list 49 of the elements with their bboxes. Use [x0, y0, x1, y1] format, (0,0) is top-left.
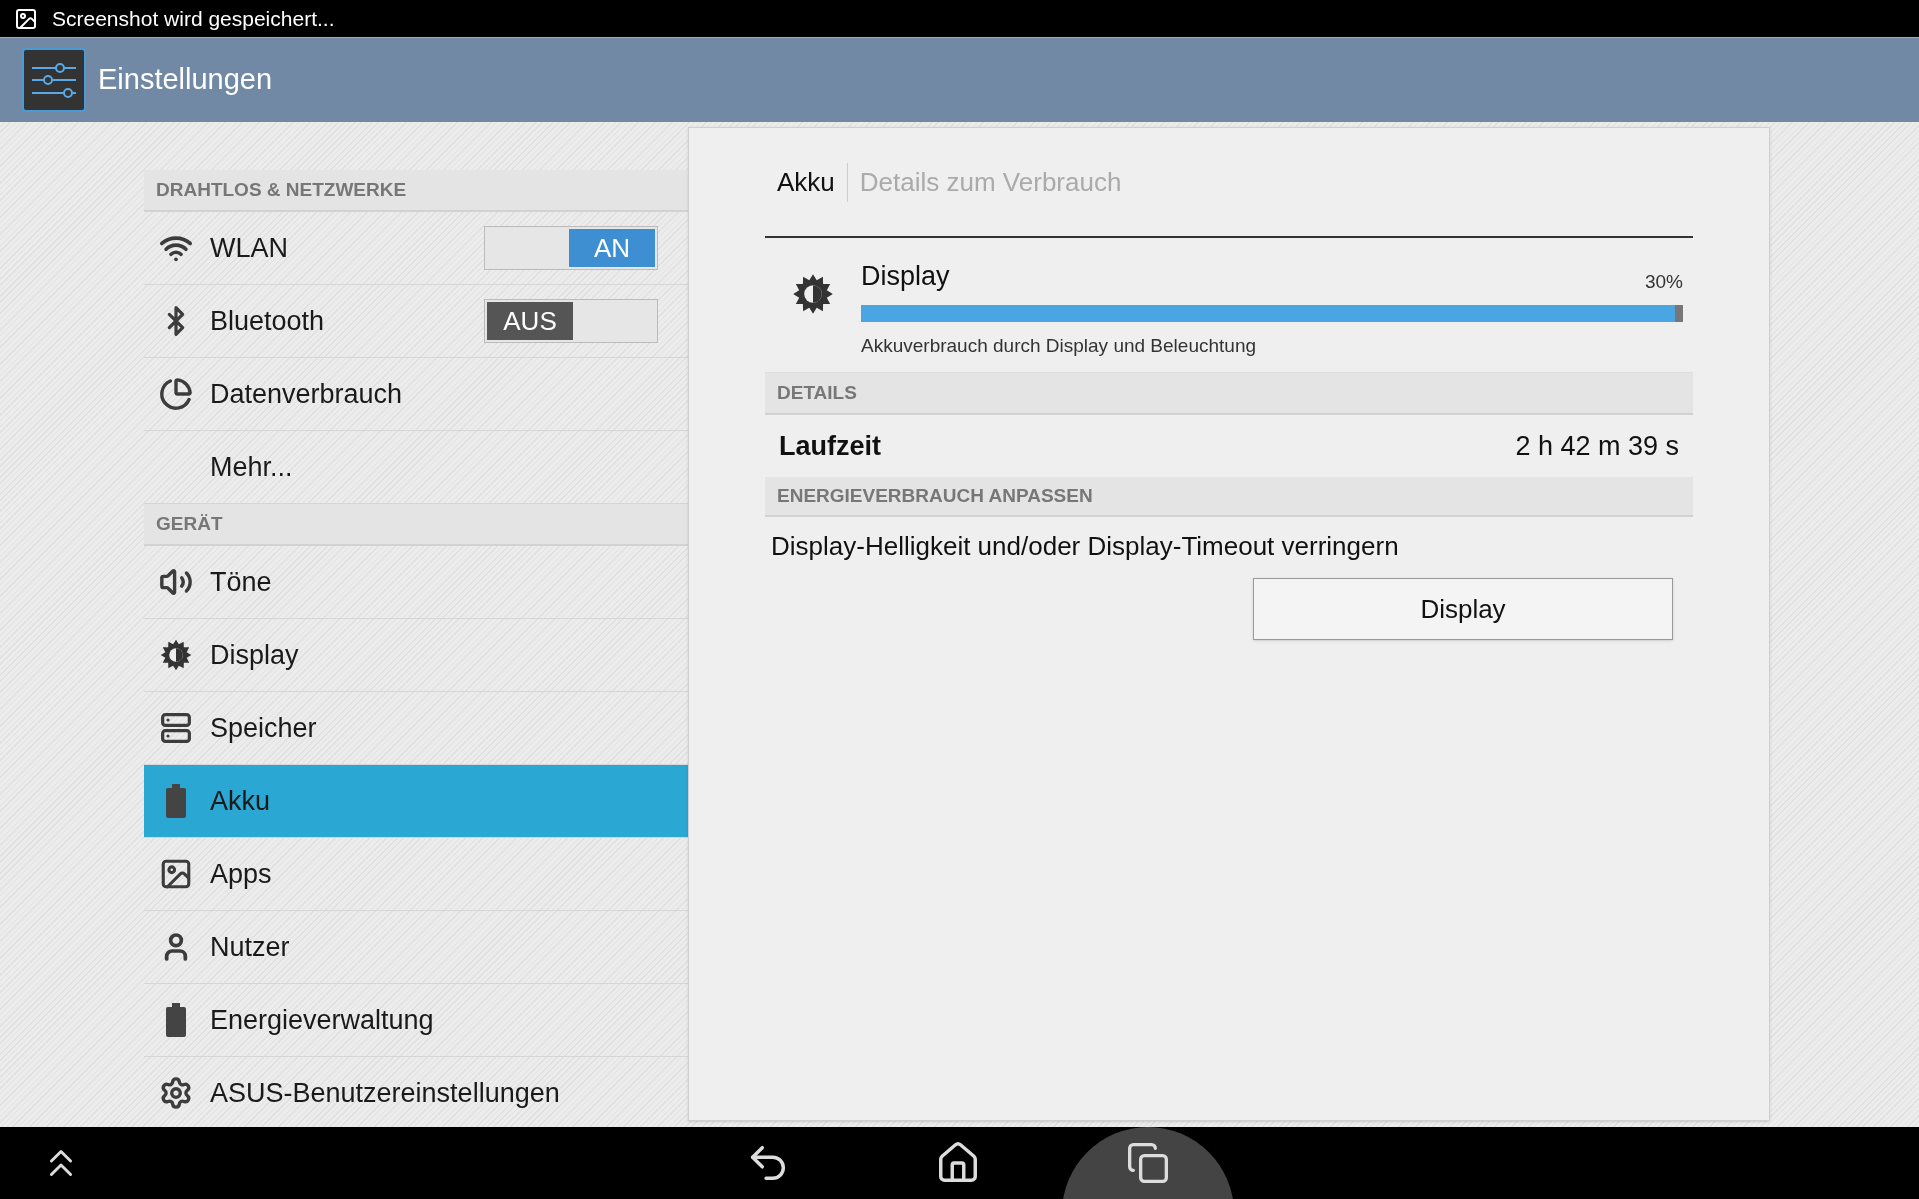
- item-label: WLAN: [210, 231, 288, 265]
- item-label: Töne: [210, 565, 272, 599]
- usage-percent: 30%: [1644, 270, 1683, 294]
- sun-icon: [159, 638, 193, 672]
- recents-icon: [1126, 1141, 1170, 1185]
- app-title: Einstellungen: [98, 62, 273, 98]
- settings-item[interactable]: Apps: [144, 838, 688, 911]
- item-label: Speicher: [210, 711, 317, 745]
- item-label: Datenverbrauch: [210, 377, 403, 411]
- toggle-label: AN: [569, 229, 655, 267]
- pie-chart-icon: [159, 377, 193, 411]
- item-label: Display: [210, 638, 299, 672]
- server-icon: [160, 712, 192, 744]
- sliders-icon[interactable]: [22, 48, 86, 112]
- item-label: Energieverwaltung: [210, 1003, 434, 1037]
- settings-item[interactable]: Töne: [144, 546, 688, 619]
- settings-item[interactable]: Nutzer: [144, 911, 688, 984]
- item-label: Nutzer: [210, 930, 290, 964]
- settings-item[interactable]: Bluetooth AUS: [144, 285, 688, 358]
- detail-value: 2 h 42 m 39 s: [1515, 429, 1679, 463]
- section-header: ENERGIEVERBRAUCH ANPASSEN: [765, 477, 1693, 517]
- section-header: DETAILS: [765, 373, 1693, 415]
- settings-item[interactable]: WLAN AN: [144, 212, 688, 285]
- sun-icon: [791, 272, 835, 316]
- item-label: Apps: [210, 857, 272, 891]
- toggle-label: AUS: [487, 302, 573, 340]
- settings-item[interactable]: Datenverbrauch: [144, 358, 688, 431]
- section-header: DRAHTLOS & NETZWERKE: [144, 170, 688, 212]
- item-label: Bluetooth: [210, 304, 325, 338]
- toggle-switch[interactable]: AUS: [484, 299, 658, 343]
- item-label: Akku: [210, 784, 271, 818]
- item-label: ASUS-Benutzereinstellungen: [210, 1076, 560, 1110]
- item-label: Mehr...: [210, 450, 293, 484]
- settings-item[interactable]: Display: [144, 619, 688, 692]
- settings-item[interactable]: Energieverwaltung: [144, 984, 688, 1057]
- settings-icon: [159, 1076, 193, 1110]
- display-button[interactable]: Display: [1253, 578, 1673, 640]
- settings-item[interactable]: Akku: [144, 765, 688, 838]
- section-header: GERÄT: [144, 504, 688, 546]
- usage-title: Display: [861, 260, 950, 293]
- usage-description: Akkuverbrauch durch Display und Beleuchtung: [861, 333, 1257, 358]
- notification-text: Screenshot wird gespeichert...: [52, 5, 335, 32]
- battery-icon: [165, 1003, 187, 1037]
- image-icon: [159, 857, 193, 891]
- image-icon: [14, 6, 38, 31]
- battery-icon: [165, 784, 187, 818]
- adjust-text: Display-Helligkeit und/oder Display-Timeout verringern: [770, 530, 1400, 563]
- detail-label: Laufzeit: [779, 429, 881, 463]
- tab[interactable]: Akku: [765, 162, 847, 202]
